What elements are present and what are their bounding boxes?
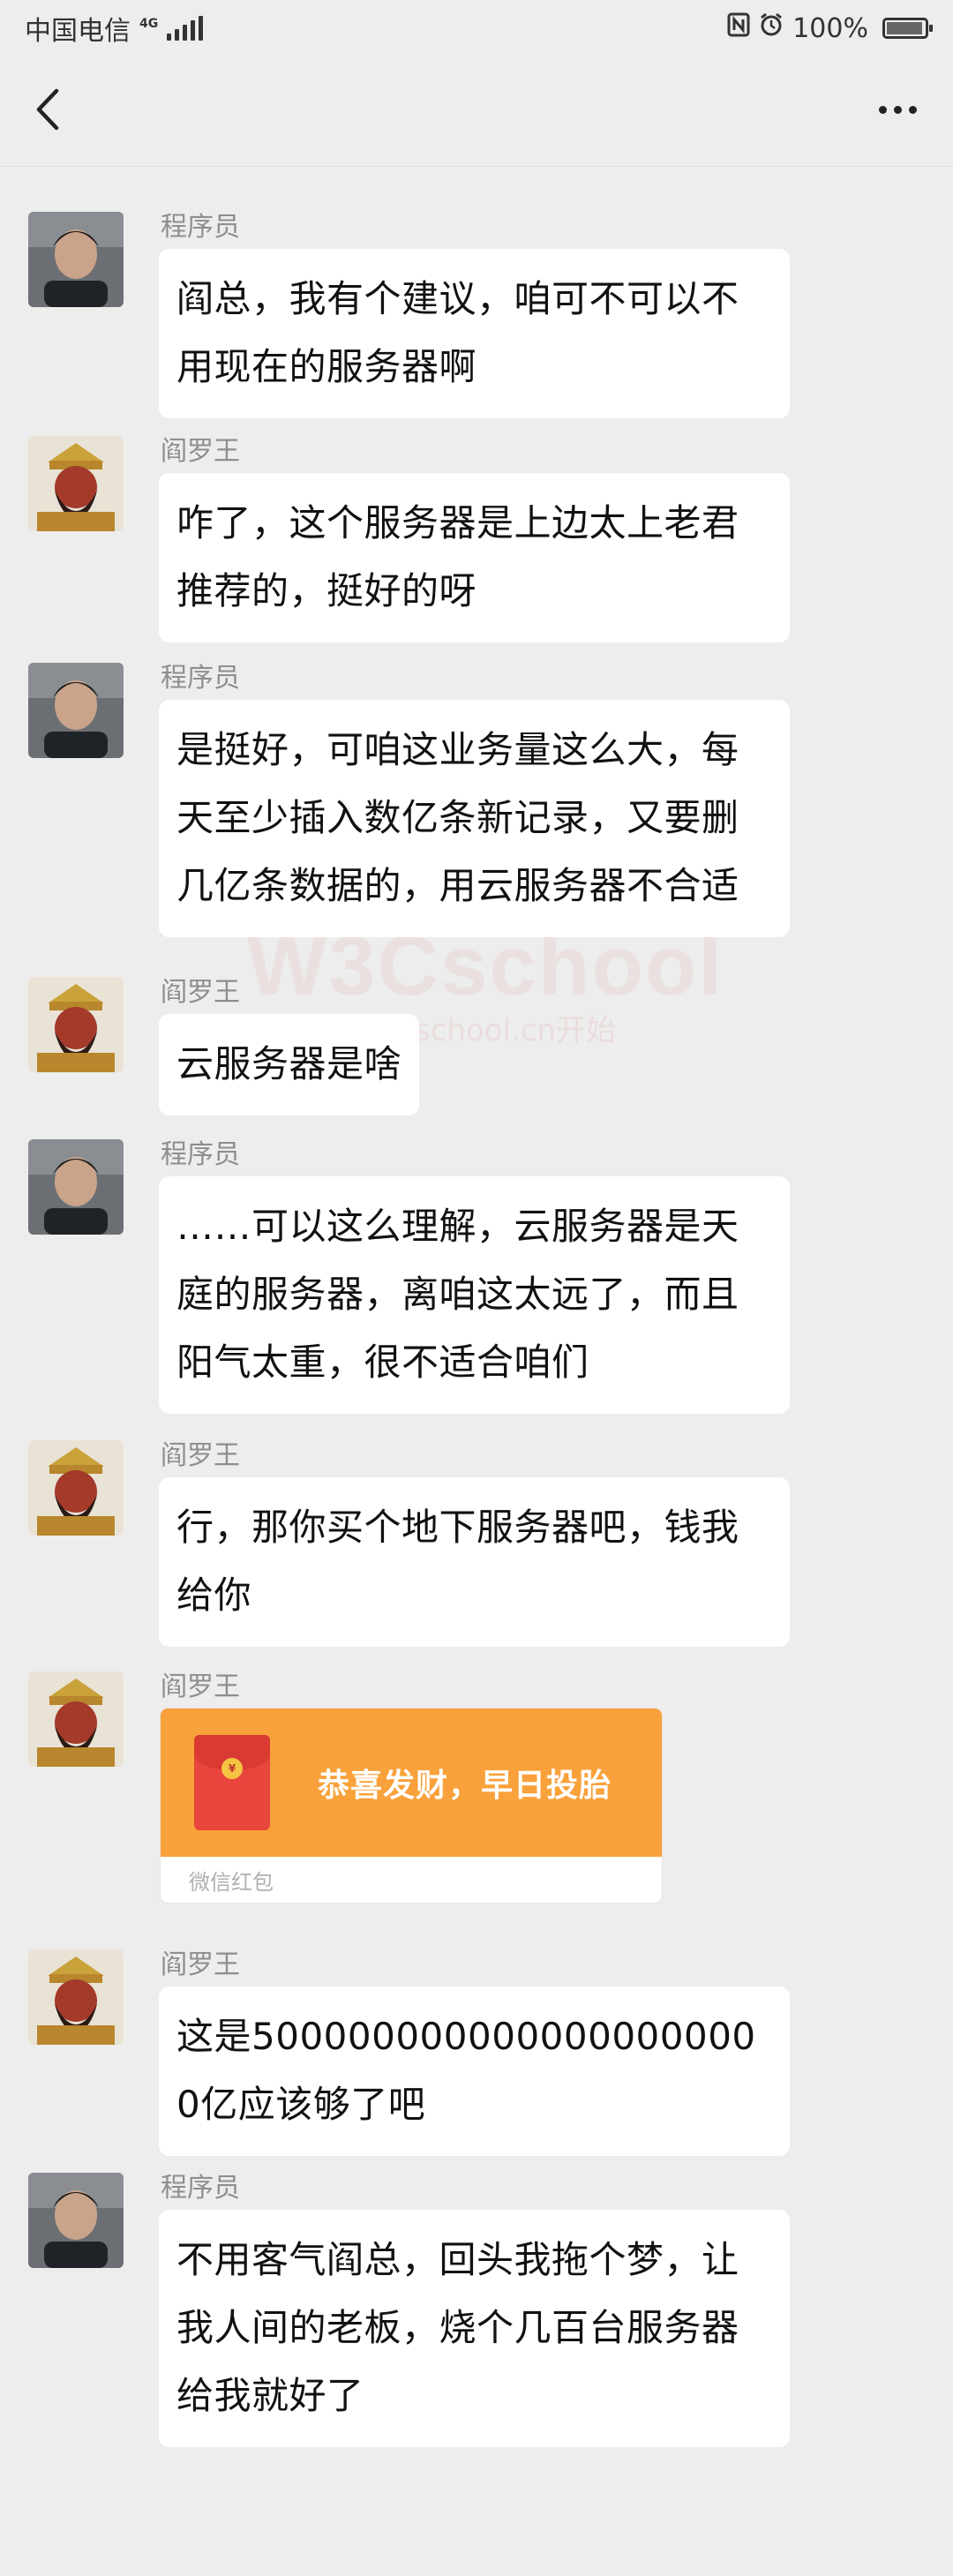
message-bubble[interactable]: 云服务器是啥 (159, 1014, 420, 1115)
avatar[interactable] (28, 1440, 124, 1536)
avatar[interactable] (28, 1139, 124, 1235)
network-type: 4G (139, 17, 159, 31)
signal-icon (167, 16, 204, 41)
red-envelope-icon: ¥ (194, 1735, 270, 1830)
more-dots-icon (878, 105, 887, 114)
more-button[interactable] (867, 86, 928, 132)
sender-name: 程序员 (161, 2173, 240, 2204)
avatar[interactable] (28, 2173, 124, 2268)
message-list: 程序员 阎总，我有个建议，咱可不可以不用现在的服务器啊 阎罗王 咋了，这个服务器… (0, 167, 953, 2576)
battery-icon (882, 18, 933, 39)
sender-name: 阎罗王 (161, 436, 240, 467)
sender-name: 程序员 (161, 212, 240, 243)
avatar[interactable] (28, 663, 124, 758)
message-bubble[interactable]: 行，那你买个地下服务器吧，钱我给你 (159, 1477, 790, 1647)
avatar[interactable] (28, 1671, 124, 1767)
message-bubble[interactable]: 咋了，这个服务器是上边太上老君推荐的，挺好的呀 (159, 473, 790, 642)
chat-header (0, 56, 953, 167)
status-bar: 中国电信 4G 100% (0, 0, 953, 56)
red-packet-top: ¥ 恭喜发财，早日投胎 (161, 1709, 662, 1857)
carrier-name: 中国电信 (25, 16, 131, 47)
red-packet-card[interactable]: ¥ 恭喜发财，早日投胎 微信红包 (161, 1709, 662, 1903)
chevron-left-icon (36, 88, 59, 131)
avatar[interactable] (28, 977, 124, 1072)
message-bubble[interactable]: 阎总，我有个建议，咱可不可以不用现在的服务器啊 (159, 249, 790, 418)
sender-name: 阎罗王 (161, 1440, 240, 1471)
alarm-icon (759, 12, 784, 44)
nfc-icon (727, 12, 750, 44)
red-packet-title: 恭喜发财，早日投胎 (318, 1768, 612, 1804)
avatar[interactable] (28, 212, 124, 307)
message-bubble[interactable]: 是挺好，可咱这业务量这么大，每天至少插入数亿条新记录，又要删几亿条数据的，用云服… (159, 700, 790, 937)
sender-name: 阎罗王 (161, 977, 240, 1008)
status-left: 中国电信 4G (25, 9, 204, 48)
sender-name: 阎罗王 (161, 1949, 240, 1980)
sender-name: 阎罗王 (161, 1671, 240, 1702)
message-bubble[interactable]: ……可以这么理解，云服务器是天庭的服务器，离咱这太远了，而且阳气太重，很不适合咱… (159, 1176, 790, 1414)
sender-name: 程序员 (161, 663, 240, 694)
avatar[interactable] (28, 436, 124, 531)
message-bubble[interactable]: 不用客气阎总，回头我拖个梦，让我人间的老板，烧个几百台服务器给我就好了 (159, 2210, 790, 2447)
message-bubble[interactable]: 这是5000000000000000000000亿应该够了吧 (159, 1986, 790, 2156)
status-right: 100% (727, 12, 933, 44)
back-button[interactable] (21, 83, 74, 136)
battery-percent: 100% (792, 12, 868, 44)
avatar[interactable] (28, 1949, 124, 2045)
sender-name: 程序员 (161, 1139, 240, 1170)
red-packet-footer: 微信红包 (189, 1869, 274, 1895)
